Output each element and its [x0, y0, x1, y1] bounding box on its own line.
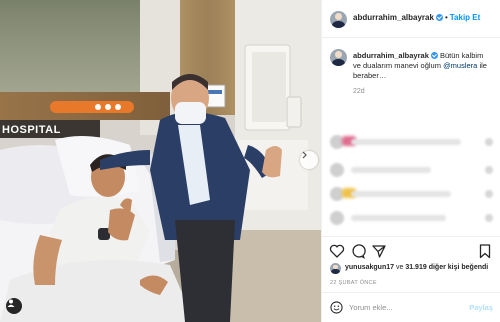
post-date: 22 ŞUBAT ÖNCE [330, 280, 377, 286]
next-image-button[interactable] [300, 151, 318, 169]
comment-icon[interactable] [350, 243, 366, 259]
hospital-room-illustration [0, 0, 321, 322]
likes-count[interactable]: 31.919 [405, 264, 426, 271]
comment-input[interactable] [349, 301, 459, 314]
chevron-right-icon [302, 151, 307, 159]
caption-username[interactable]: abdurrahim_albayrak [353, 51, 429, 60]
likes-suffix[interactable]: diğer kişi beğendi [429, 264, 489, 271]
post-comment-button[interactable]: Paylaş [469, 303, 493, 312]
blurred-comment [322, 160, 500, 180]
heart-icon[interactable] [329, 243, 345, 259]
blurred-comment [322, 132, 500, 152]
blurred-comment [322, 184, 500, 204]
avatar[interactable] [330, 49, 347, 66]
post-sidebar: abdurrahim_albayrak • Takip Et abdurrahim_… [321, 0, 500, 322]
share-icon[interactable] [371, 243, 387, 259]
post-header: abdurrahim_albayrak • Takip Et [322, 0, 500, 38]
header-username[interactable]: abdurrahim_albayrak [353, 13, 434, 22]
hospital-sign-text: HOSPITAL [2, 124, 61, 136]
verified-badge-icon [430, 52, 438, 59]
follow-button[interactable]: Takip Et [450, 13, 481, 22]
instagram-post: HOSPITAL abdurrahim_albayrak • Takip Et ab… [0, 0, 500, 322]
caption-mention-link[interactable]: @muslera [443, 61, 477, 70]
post-photo[interactable]: HOSPITAL [0, 0, 321, 322]
avatar[interactable] [330, 11, 347, 28]
likes-text: yunusakgun17 ve 31.919 diğer kişi beğend… [345, 264, 488, 271]
avatar[interactable] [330, 263, 341, 274]
smiley-icon[interactable] [330, 301, 343, 314]
caption-text: abdurrahim_albayrak Bütün kalbim ve dual… [353, 51, 493, 81]
header-user-line: abdurrahim_albayrak • Takip Et [353, 13, 480, 22]
action-bar [322, 236, 500, 262]
liker-username[interactable]: yunusakgun17 [345, 264, 394, 271]
blurred-comment [322, 208, 500, 228]
likes-connector: ve [395, 264, 404, 271]
caption-age: 22d [353, 88, 365, 95]
user-tag-icon [7, 299, 15, 307]
verified-badge-icon [435, 14, 443, 21]
orange-light-strip [50, 101, 134, 113]
bookmark-icon[interactable] [477, 243, 493, 259]
comment-box: Paylaş [322, 292, 500, 322]
likes-row: yunusakgun17 ve 31.919 diğer kişi beğend… [322, 262, 500, 276]
header-separator: • [444, 13, 448, 22]
user-tag-button[interactable] [6, 298, 22, 314]
